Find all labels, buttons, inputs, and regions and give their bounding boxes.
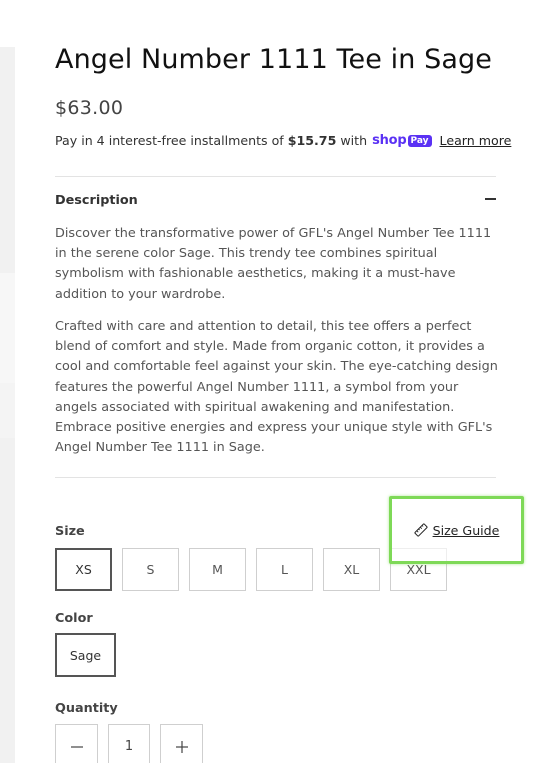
installments-with: with [340,133,368,148]
divider [55,176,496,177]
color-option-sage[interactable]: Sage [55,633,116,677]
size-guide-label: Size Guide [432,522,500,538]
plus-icon [175,740,188,753]
description-heading: Description [55,193,138,208]
installments-text: Pay in 4 interest-free installments of [55,133,284,148]
product-title: Angel Number 1111 Tee in Sage [55,44,492,75]
color-label: Color [55,611,93,626]
quantity-decrement-button[interactable] [55,724,98,763]
quantity-stepper: 1 [55,724,203,763]
size-guide-content: Size Guide [414,522,500,538]
minus-icon [70,745,83,748]
description-paragraph: Discover the transformative power of GFL… [55,226,492,302]
shop-pay-installments: Pay in 4 interest-free installments of $… [55,133,511,148]
description-paragraph: Crafted with care and attention to detai… [55,319,498,456]
gallery-edge-segment [0,273,15,383]
gallery-edge [0,47,15,763]
size-option-m[interactable]: M [189,548,246,591]
gallery-edge-segment [0,383,15,438]
size-option-xl[interactable]: XL [323,548,380,591]
ruler-icon [414,523,428,537]
size-guide-button[interactable]: Size Guide [389,496,524,564]
learn-more-link[interactable]: Learn more [440,133,512,148]
quantity-increment-button[interactable] [160,724,203,763]
divider [55,477,496,478]
description-accordion-toggle[interactable]: Description [55,193,496,208]
size-option-s[interactable]: S [122,548,179,591]
size-option-l[interactable]: L [256,548,313,591]
shop-pay-logo-shop: shop [372,133,407,148]
installment-amount: $15.75 [287,133,337,148]
size-label: Size [55,524,85,539]
shop-pay-logo: shop Pay [372,133,432,148]
minus-icon [485,198,496,200]
quantity-input[interactable]: 1 [108,724,150,763]
size-option-xs[interactable]: XS [55,548,112,591]
product-price: $63.00 [55,97,124,119]
quantity-label: Quantity [55,701,118,716]
shop-pay-logo-pay: Pay [407,134,432,147]
